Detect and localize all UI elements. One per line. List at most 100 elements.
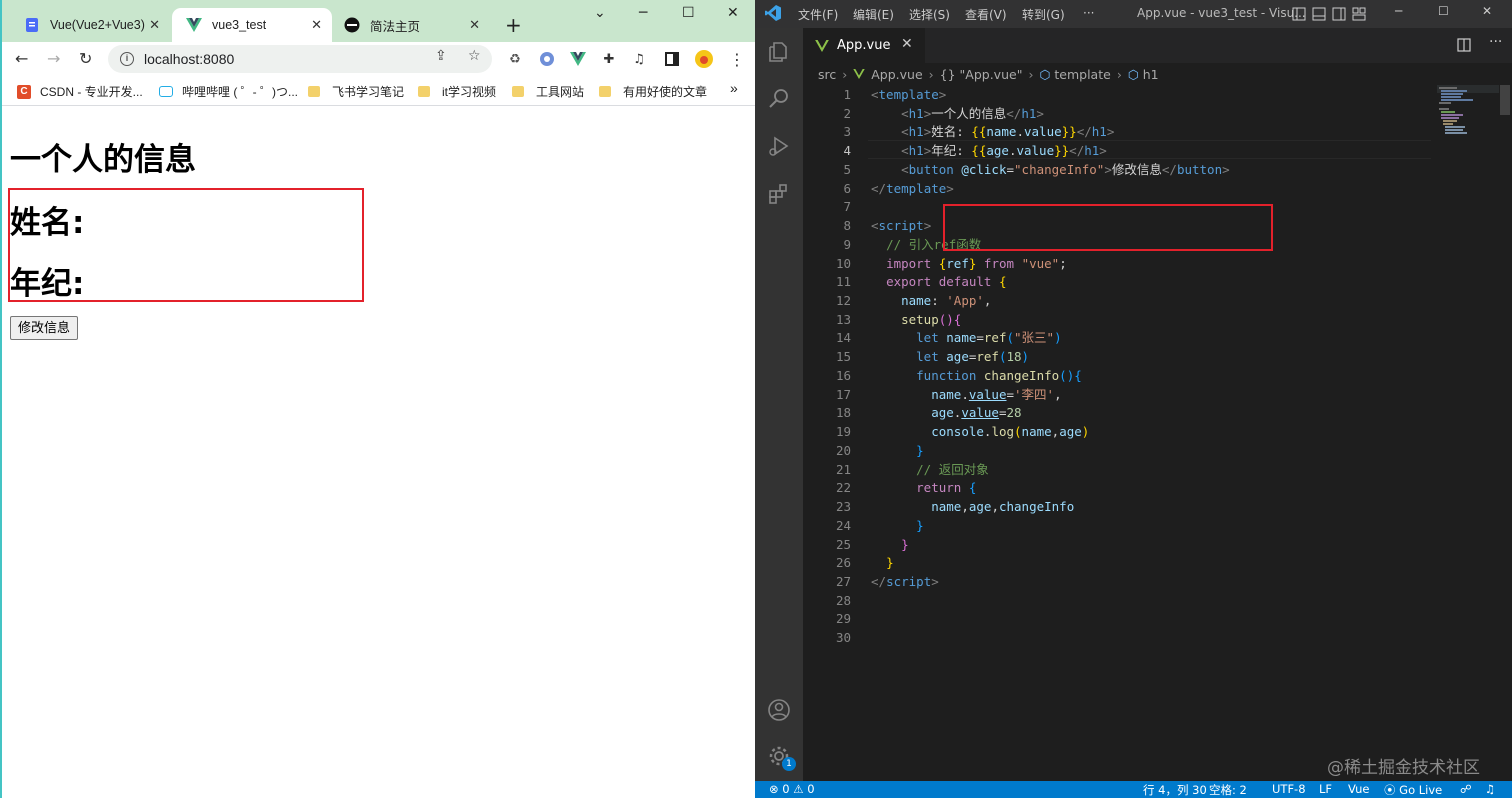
code-line[interactable]: 15 let age=ref(18) bbox=[803, 347, 1443, 366]
more-menu-icon[interactable]: ⋮ bbox=[728, 50, 746, 69]
close-icon[interactable]: ✕ bbox=[149, 17, 160, 33]
menu-view[interactable]: 查看(V) bbox=[965, 6, 1007, 23]
code-line[interactable]: 2 <h1>一个人的信息</h1> bbox=[803, 104, 1443, 123]
code-line[interactable]: 14 let name=ref("张三") bbox=[803, 328, 1443, 347]
share-icon[interactable]: ⇪ bbox=[435, 48, 447, 64]
extension-blue-icon[interactable] bbox=[538, 50, 556, 68]
more-actions-icon[interactable]: ··· bbox=[1489, 34, 1502, 50]
close-icon[interactable]: ✕ bbox=[469, 17, 480, 33]
breadcrumb-item[interactable]: h1 bbox=[1143, 67, 1159, 82]
minimap[interactable] bbox=[1437, 85, 1499, 145]
problems-status[interactable]: ⊗ 0 ⚠ 0 bbox=[769, 782, 815, 796]
code-line[interactable]: 25 } bbox=[803, 535, 1443, 554]
code-line[interactable]: 13 setup(){ bbox=[803, 310, 1443, 329]
code-line[interactable]: 21 // 返回对象 bbox=[803, 460, 1443, 479]
info-icon[interactable]: i bbox=[120, 52, 134, 66]
menu-goto[interactable]: 转到(G) bbox=[1022, 6, 1065, 23]
code-line[interactable]: 1 <template> bbox=[803, 85, 1443, 104]
sidepanel-icon[interactable] bbox=[663, 50, 681, 68]
code-line[interactable]: 28 bbox=[803, 591, 1443, 610]
change-info-button[interactable]: 修改信息 bbox=[10, 316, 79, 340]
chevron-down-icon[interactable]: ⌄ bbox=[594, 5, 606, 21]
code-line[interactable]: 10 import {ref} from "vue"; bbox=[803, 254, 1443, 273]
tab-jianfa[interactable]: 简法主页 ✕ bbox=[330, 8, 490, 42]
new-tab-button[interactable]: + bbox=[505, 13, 522, 37]
code-line[interactable]: 30 bbox=[803, 628, 1443, 647]
code-line[interactable]: 5 <button @click="changeInfo">修改信息</butt… bbox=[803, 160, 1443, 179]
vue-file-icon bbox=[853, 69, 865, 79]
code-line[interactable]: 18 age.value=28 bbox=[803, 403, 1443, 422]
minimize-icon[interactable]: ─ bbox=[1395, 4, 1402, 18]
maximize-icon[interactable]: ☐ bbox=[1438, 4, 1449, 18]
maximize-icon[interactable]: ☐ bbox=[682, 5, 695, 21]
avatar[interactable] bbox=[695, 50, 713, 68]
cursor-position[interactable]: 行 4，列 30 bbox=[1143, 782, 1207, 798]
bookmark-articles[interactable]: 有用好使的文章 bbox=[599, 83, 707, 100]
breadcrumb-item[interactable]: App.vue bbox=[871, 67, 922, 82]
language-mode[interactable]: Vue bbox=[1348, 782, 1369, 796]
tab-app-vue[interactable]: App.vue ✕ bbox=[803, 28, 925, 63]
puzzle-icon[interactable]: ✚ bbox=[600, 50, 618, 68]
layout-panel-icon[interactable] bbox=[1312, 7, 1326, 21]
indentation[interactable]: 空格: 2 bbox=[1209, 782, 1247, 798]
minimize-icon[interactable]: ─ bbox=[639, 5, 647, 21]
encoding[interactable]: UTF-8 bbox=[1272, 782, 1306, 796]
breadcrumb-item[interactable]: template bbox=[1054, 67, 1110, 82]
back-icon[interactable]: ← bbox=[15, 49, 28, 68]
explorer-icon[interactable] bbox=[767, 40, 791, 64]
close-window-icon[interactable]: ✕ bbox=[1482, 4, 1492, 18]
bookmark-feishu[interactable]: 飞书学习笔记 bbox=[308, 83, 404, 100]
menu-edit[interactable]: 编辑(E) bbox=[853, 6, 894, 23]
split-editor-icon[interactable] bbox=[1457, 38, 1471, 52]
bookmarks-more-button[interactable]: » bbox=[730, 80, 738, 96]
menu-selection[interactable]: 选择(S) bbox=[909, 6, 950, 23]
code-line[interactable]: 20 } bbox=[803, 441, 1443, 460]
extensions-icon[interactable] bbox=[767, 182, 791, 206]
code-line[interactable]: 3 <h1>姓名: {{name.value}}</h1> bbox=[803, 122, 1443, 141]
bell-icon[interactable]: ♫ bbox=[1485, 782, 1495, 796]
close-icon[interactable]: ✕ bbox=[311, 17, 322, 33]
code-line[interactable]: 17 name.value='李四', bbox=[803, 385, 1443, 404]
bookmark-tools[interactable]: 工具网站 bbox=[512, 83, 584, 100]
menu-more[interactable]: ··· bbox=[1083, 6, 1094, 20]
feedback-icon[interactable]: ☍ bbox=[1460, 782, 1472, 796]
media-icon[interactable]: ♫ bbox=[630, 50, 648, 68]
close-icon[interactable]: ✕ bbox=[901, 36, 913, 52]
account-icon[interactable] bbox=[767, 698, 791, 722]
code-editor[interactable]: 1 <template> 2 <h1>一个人的信息</h1> 3 <h1>姓名: {{… bbox=[803, 85, 1512, 781]
recycle-icon[interactable]: ♻ bbox=[506, 50, 524, 68]
code-line[interactable]: 16 function changeInfo(){ bbox=[803, 366, 1443, 385]
breadcrumb-item[interactable]: {} "App.vue" bbox=[940, 67, 1023, 82]
layout-custom-icon[interactable] bbox=[1352, 7, 1366, 21]
reload-icon[interactable]: ↻ bbox=[79, 49, 92, 68]
tab-vue3-test[interactable]: vue3_test ✕ bbox=[172, 8, 332, 42]
line-ending[interactable]: LF bbox=[1319, 782, 1332, 796]
code-line[interactable]: 24 } bbox=[803, 516, 1443, 535]
code-line[interactable]: 4 <h1>年纪: {{age.value}}</h1> bbox=[803, 141, 1443, 160]
code-line[interactable]: 19 console.log(name,age) bbox=[803, 422, 1443, 441]
code-line[interactable]: 23 name,age,changeInfo bbox=[803, 497, 1443, 516]
bookmark-bilibili[interactable]: 哔哩哔哩 ( ゜- ゜)つ... bbox=[159, 83, 298, 100]
code-line[interactable]: 29 bbox=[803, 609, 1443, 628]
go-live-button[interactable]: ⦿ Go Live bbox=[1384, 782, 1442, 798]
star-icon[interactable]: ☆ bbox=[468, 48, 481, 64]
breadcrumb-item[interactable]: src bbox=[818, 67, 836, 82]
search-icon[interactable] bbox=[767, 86, 791, 110]
layout-secondary-icon[interactable] bbox=[1332, 7, 1346, 21]
code-line[interactable]: 22 return { bbox=[803, 478, 1443, 497]
vue-devtools-icon[interactable] bbox=[569, 50, 587, 68]
forward-icon[interactable]: → bbox=[47, 49, 60, 68]
code-line[interactable]: 11 export default { bbox=[803, 272, 1443, 291]
layout-sidebar-icon[interactable] bbox=[1292, 7, 1306, 21]
code-line[interactable]: 26 } bbox=[803, 553, 1443, 572]
code-line[interactable]: 12 name: 'App', bbox=[803, 291, 1443, 310]
bookmark-csdn[interactable]: C CSDN - 专业开发... bbox=[17, 83, 143, 100]
menu-file[interactable]: 文件(F) bbox=[798, 6, 838, 23]
run-debug-icon[interactable] bbox=[767, 134, 791, 158]
bookmark-it-videos[interactable]: it学习视频 bbox=[418, 83, 496, 100]
tab-vue2-vue3[interactable]: Vue(Vue2+Vue3) ✕ bbox=[10, 8, 170, 42]
code-line[interactable]: 27 </script> bbox=[803, 572, 1443, 591]
code-line[interactable]: 6 </template> bbox=[803, 179, 1443, 198]
close-window-icon[interactable]: ✕ bbox=[727, 5, 739, 21]
vertical-scrollbar[interactable] bbox=[1500, 85, 1510, 115]
